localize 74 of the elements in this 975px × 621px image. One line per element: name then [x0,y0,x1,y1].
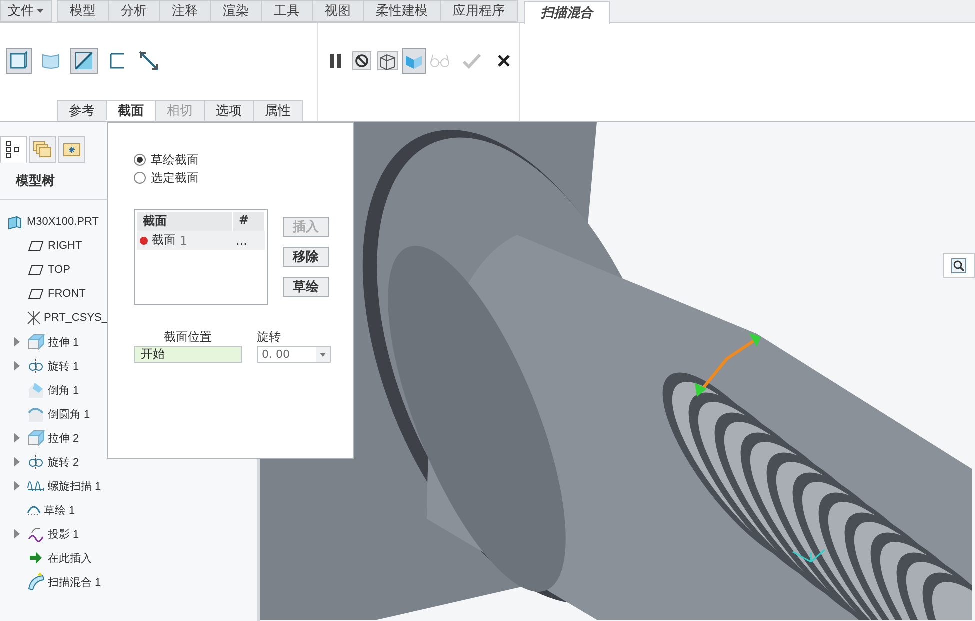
table-cell: 截面 [152,232,176,249]
extrude-icon [27,333,45,351]
expand-arrow-icon[interactable] [13,481,21,491]
ribbon-tab[interactable]: 柔性建模 [363,0,441,22]
panel-tab[interactable]: 参考 [57,100,107,121]
tree-item[interactable]: 倒角 1 [48,382,80,398]
tree-item[interactable]: 拉伸 1 [48,334,80,350]
sweep-blend-icon [27,573,45,591]
revolve-icon [27,357,45,375]
tree-item[interactable]: RIGHT [48,240,82,252]
ribbon-tab[interactable]: 扫描混合 [524,1,610,24]
tree-item[interactable]: 投影 1 [48,526,80,542]
tree-item[interactable]: 拉伸 2 [48,430,80,446]
field-label: 截面位置 [164,329,212,346]
arrow-icon [27,549,45,567]
axis-triad-icon [792,549,826,563]
helix-icon [27,481,45,491]
trajectory-arrow [695,333,761,397]
table-row[interactable]: 截面 1 ... [137,231,265,250]
round-icon [27,405,45,423]
no-preview-icon [351,50,373,72]
solid-icon [8,50,30,72]
tree-item[interactable]: 草绘 1 [44,502,76,518]
sidebar-tab[interactable] [0,136,27,163]
rotation-combobox[interactable]: 0. 00 [257,346,331,363]
expand-arrow-icon[interactable] [13,529,21,539]
file-menu[interactable]: 文件 [0,0,52,22]
flip-arrow-icon [138,50,160,72]
tree-icon [6,141,22,159]
caret-icon [37,8,44,14]
table-cell: 1 [180,234,188,248]
folders-icon [32,140,52,158]
ribbon-tab[interactable]: 应用程序 [440,0,518,22]
radio-button[interactable] [134,154,146,166]
ribbon-tab[interactable]: 模型 [57,0,109,22]
zoom-button[interactable] [943,253,975,278]
expand-arrow-icon[interactable] [13,433,21,443]
field-label: 旋转 [257,329,281,346]
search-icon [951,258,967,274]
ribbon-tab[interactable]: 视图 [312,0,364,22]
sketch-icon [27,504,41,516]
tree-item[interactable]: FRONT [48,288,86,300]
panel-tab[interactable]: 选项 [204,100,254,121]
ribbon-tab[interactable]: 分析 [108,0,160,22]
remove-material-icon [73,50,95,72]
tree-item[interactable]: 在此插入 [48,550,92,566]
tree-item[interactable]: TOP [48,264,70,276]
favorites-folder-icon [62,142,80,158]
expand-arrow-icon[interactable] [13,361,21,371]
chamfer-icon [27,381,45,399]
revolve-icon [27,453,45,471]
panel-tab[interactable]: 属性 [253,100,303,121]
ribbon-tab[interactable]: 渲染 [210,0,262,22]
projection-icon [27,525,45,543]
expand-arrow-icon[interactable] [13,457,21,467]
coordinate-system-icon [27,311,41,325]
tree-item[interactable]: 扫描混合 1 [48,574,102,590]
panel-button[interactable]: 移除 [283,247,329,267]
tree-item[interactable]: M30X100.PRT [27,216,99,228]
tree-item[interactable]: 旋转 1 [48,358,80,374]
table-cell: ... [236,234,248,248]
ribbon-tab[interactable]: 注释 [159,0,211,22]
expand-arrow-icon[interactable] [13,337,21,347]
tree-item[interactable]: 倒圆角 1 [48,406,90,422]
extrude-icon [27,429,45,447]
tree-item[interactable]: 旋转 2 [48,454,80,470]
radio-button[interactable] [134,172,146,184]
panel-tab[interactable]: 截面 [106,100,156,121]
wireframe-preview-icon [377,50,399,72]
panel-button[interactable]: 草绘 [283,277,329,297]
tree-item[interactable]: PRT_CSYS_ [44,312,108,324]
position-field[interactable]: 开始 [134,346,242,363]
tree-item[interactable]: 螺旋扫描 1 [48,478,102,494]
ribbon-tab[interactable]: 工具 [261,0,313,22]
